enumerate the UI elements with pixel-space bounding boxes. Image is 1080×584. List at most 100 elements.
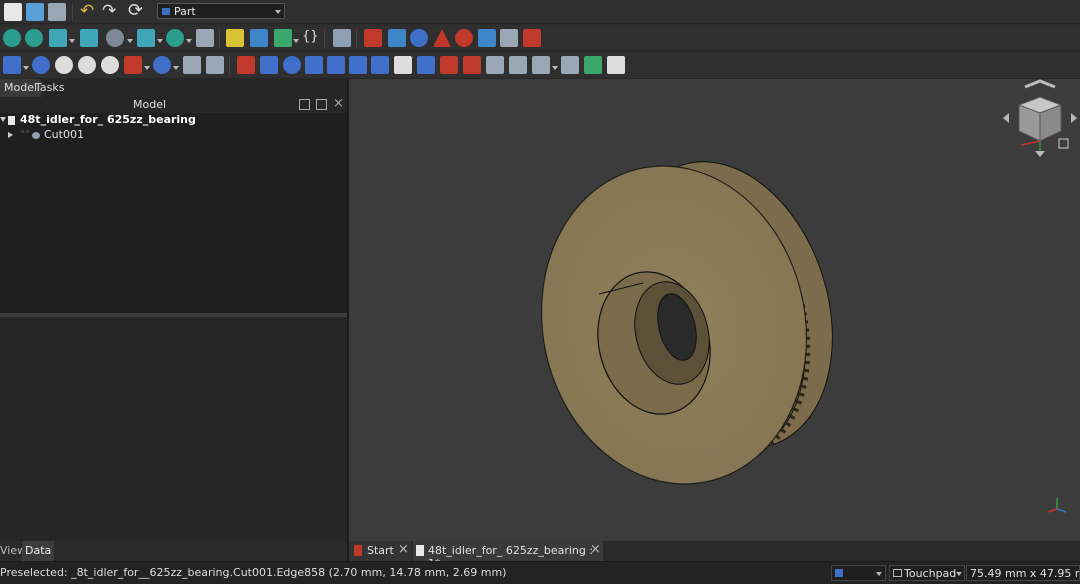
ruled-surface-icon[interactable] (394, 56, 412, 74)
visibility-icon[interactable]: ◦◦ (20, 128, 31, 138)
navigation-cube[interactable] (1001, 79, 1079, 159)
chevron-down-icon[interactable] (69, 39, 75, 43)
chevron-down-icon[interactable] (186, 39, 192, 43)
document-tabs: Start × 48t_idler_for_ 625zz_bearing : 1… (349, 541, 1080, 570)
collapse-arrow-icon[interactable] (8, 132, 13, 138)
section-icon[interactable] (463, 56, 481, 74)
part-box-icon[interactable] (364, 29, 382, 47)
chamfer-icon[interactable] (349, 56, 367, 74)
view-front-icon[interactable] (80, 29, 98, 47)
chevron-down-icon[interactable] (293, 39, 299, 43)
boolean-icon[interactable] (32, 56, 50, 74)
fuse-icon[interactable] (78, 56, 96, 74)
common-icon[interactable] (101, 56, 119, 74)
undo-icon[interactable]: ↶ (80, 1, 94, 21)
save-document-icon[interactable] (48, 3, 66, 21)
extrude-tool-icon[interactable] (260, 56, 278, 74)
tab-document[interactable]: 48t_idler_for_ 625zz_bearing : 1* × (413, 541, 603, 570)
draw-style-icon[interactable] (106, 29, 124, 47)
touchpad-icon (893, 569, 902, 577)
open-document-icon[interactable] (26, 3, 44, 21)
color-per-face-icon[interactable] (584, 56, 602, 74)
fit-selection-icon[interactable] (25, 29, 43, 47)
toolbar-separator (229, 56, 230, 74)
3d-viewport[interactable] (349, 79, 1080, 541)
part-sphere-icon[interactable] (410, 29, 428, 47)
tree-document-row[interactable]: 48t_idler_for_ 625zz_bearing (0, 113, 347, 128)
create-part-icon[interactable] (226, 29, 244, 47)
create-group-icon[interactable] (250, 29, 268, 47)
part-shape-icon[interactable] (607, 56, 625, 74)
chevron-down-icon[interactable] (552, 66, 558, 70)
cross-sections-icon[interactable] (486, 56, 504, 74)
pulley-model[interactable] (349, 79, 1080, 541)
dimension-readout: 75.49 mm x 47.95 mm (966, 565, 1080, 581)
isometric-view-icon[interactable] (49, 29, 67, 47)
chevron-down-icon[interactable] (157, 39, 163, 43)
chevron-down-icon (275, 10, 281, 14)
toolbar-separator (72, 3, 73, 21)
close-icon[interactable]: × (398, 542, 409, 557)
part-cone-icon[interactable] (433, 29, 451, 47)
fit-all-icon[interactable] (3, 29, 21, 47)
tab-data[interactable]: Data (22, 541, 55, 561)
float-icon[interactable] (316, 99, 327, 110)
sweep-icon[interactable] (440, 56, 458, 74)
property-view (0, 317, 347, 541)
maximize-icon[interactable] (299, 99, 310, 110)
navigation-style-selector[interactable]: Touchpad (889, 565, 965, 581)
property-tabs: View Data (0, 541, 347, 561)
fillet-icon[interactable] (327, 56, 345, 74)
chevron-down-icon[interactable] (144, 66, 150, 70)
defeaturing-icon[interactable] (206, 56, 224, 74)
new-document-icon[interactable] (4, 3, 22, 21)
tree-item[interactable]: ◦◦ Cut001 (0, 128, 347, 143)
check-geometry-icon[interactable] (183, 56, 201, 74)
tree-header-title: Model (133, 98, 167, 111)
part-primitives-icon[interactable] (500, 29, 518, 47)
join-icon[interactable] (124, 56, 142, 74)
close-icon[interactable]: × (333, 96, 344, 111)
clipping-icon[interactable] (196, 29, 214, 47)
revolve-icon[interactable] (283, 56, 301, 74)
measure-icon[interactable] (166, 29, 184, 47)
part-torus-icon[interactable] (455, 29, 473, 47)
nav-down-icon (1035, 151, 1045, 157)
draw-style-selector[interactable] (831, 565, 886, 581)
part-tube-icon[interactable] (478, 29, 496, 47)
tab-tasks[interactable]: Tasks (31, 79, 68, 97)
document-icon (416, 545, 424, 556)
view-box-icon[interactable] (137, 29, 155, 47)
whats-this-icon[interactable] (333, 29, 351, 47)
mirror-icon[interactable] (305, 56, 323, 74)
projection-icon[interactable] (561, 56, 579, 74)
toolbar-file: ↶ ↷ ⟳ Part (0, 0, 1080, 24)
chevron-down-icon[interactable] (23, 66, 29, 70)
sketch-icon[interactable] (237, 56, 255, 74)
part-cylinder-icon[interactable] (388, 29, 406, 47)
make-face-icon[interactable] (371, 56, 389, 74)
freecad-icon (354, 545, 362, 556)
document-icon (8, 116, 15, 125)
chevron-down-icon[interactable] (127, 39, 133, 43)
cut-icon[interactable] (55, 56, 73, 74)
loft-icon[interactable] (417, 56, 435, 74)
expand-icon[interactable] (0, 117, 6, 122)
axis-indicator (1047, 498, 1067, 513)
close-icon[interactable]: × (590, 542, 601, 557)
nav-left-icon (1003, 113, 1009, 123)
split-icon[interactable] (153, 56, 171, 74)
cut-shape-icon (32, 132, 40, 139)
workbench-selector[interactable]: Part (157, 3, 285, 19)
extrude-icon[interactable] (3, 56, 21, 74)
shape-builder-icon[interactable] (523, 29, 541, 47)
macro-icon[interactable]: {} (302, 29, 319, 44)
offset-icon[interactable] (509, 56, 527, 74)
link-icon[interactable] (274, 29, 292, 47)
redo-icon[interactable]: ↷ (102, 1, 116, 21)
dimension-label: 75.49 mm x 47.95 mm (970, 567, 1079, 580)
thickness-icon[interactable] (532, 56, 550, 74)
refresh-icon[interactable]: ⟳ (128, 0, 143, 21)
tab-start[interactable]: Start × (349, 541, 411, 561)
chevron-down-icon[interactable] (173, 66, 179, 70)
